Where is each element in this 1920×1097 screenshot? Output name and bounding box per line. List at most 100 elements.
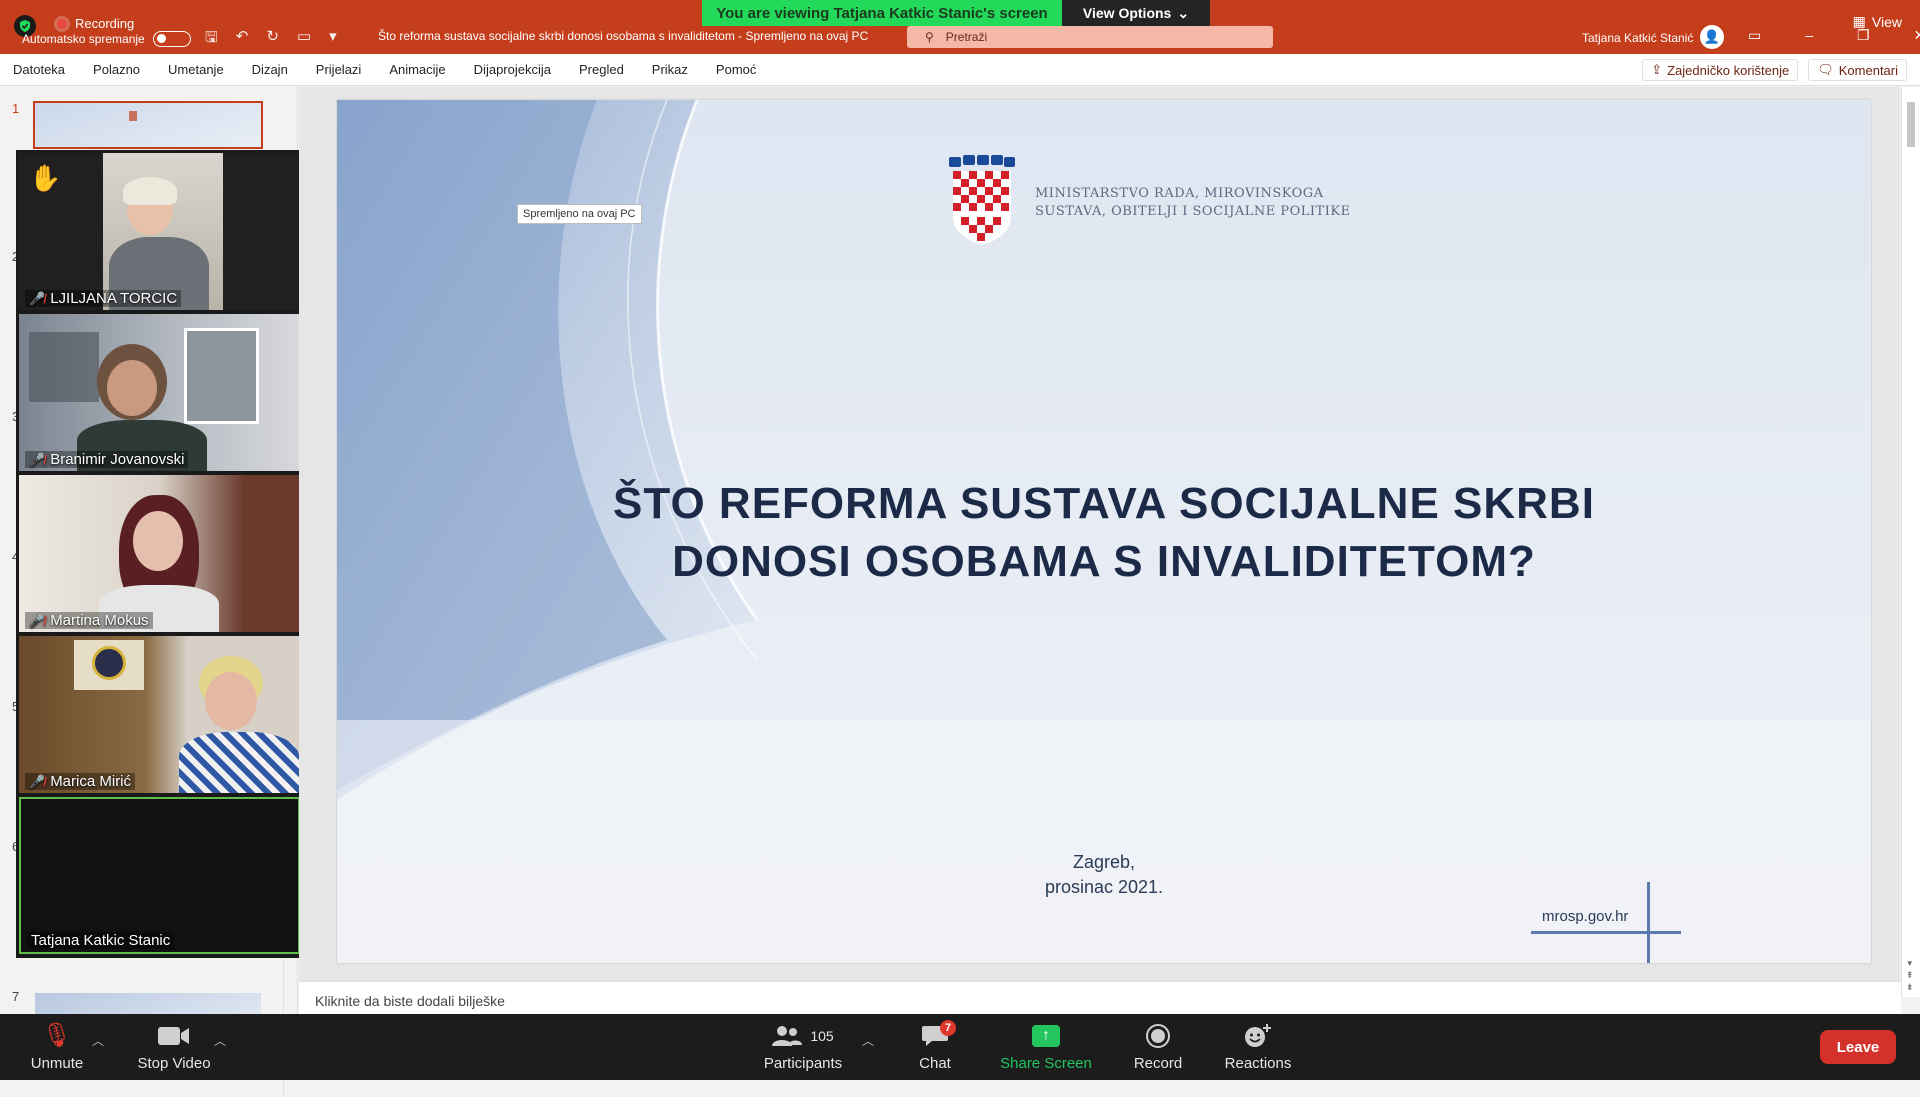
unmute-button[interactable]: 🎙 Unmute	[26, 1014, 88, 1080]
current-slide[interactable]: MINISTARSTVO RADA, MIROVINSKOGA SUSTAVA,…	[337, 100, 1871, 963]
slide-subtitle[interactable]: Zagreb, prosinac 2021.	[937, 850, 1271, 900]
tab-review[interactable]: Pregled	[579, 62, 624, 77]
slide-scrollbar[interactable]: ▾ ⇞ ⇟	[1901, 87, 1920, 997]
record-button[interactable]: Record	[1130, 1014, 1186, 1080]
ribbon-menu-bar: Datoteka Polazno Umetanje Dizajn Prijela…	[0, 54, 1920, 86]
scroll-down-icon[interactable]: ▾	[1906, 957, 1914, 969]
search-input[interactable]: ⚲ Pretraži	[907, 26, 1273, 48]
zoom-meeting-toolbar: 🎙 Unmute ︿ Stop Video ︿ 105 Participants…	[0, 1014, 1920, 1080]
grid-view-icon: ▦	[1852, 13, 1866, 29]
tab-file[interactable]: Datoteka	[13, 62, 65, 77]
comment-icon: 🗨	[1817, 62, 1834, 77]
customize-qat-icon[interactable]: ▾	[329, 27, 337, 52]
chat-label: Chat	[919, 1054, 951, 1072]
account-name[interactable]: Tatjana Katkić Stanić	[1582, 31, 1693, 45]
tab-slideshow[interactable]: Dijaprojekcija	[474, 62, 551, 77]
participant-name-label: Tatjana Katkic Stanic	[27, 932, 175, 949]
video-tile-active-speaker[interactable]: Tatjana Katkic Stanic	[19, 797, 300, 954]
participant-name-label: 🎤̸ Martina Mokus	[25, 612, 153, 629]
zoom-view-button[interactable]: ▦ View	[1853, 13, 1902, 30]
viewing-screen-banner: You are viewing Tatjana Katkic Stanic's …	[702, 0, 1062, 26]
video-tile[interactable]: 🎤̸ Branimir Jovanovski	[19, 314, 300, 471]
participants-options-chevron-icon[interactable]: ︿	[862, 1032, 874, 1049]
muted-mic-icon: 🎤̸	[29, 451, 46, 467]
zoom-video-gallery: ✋ 🎤̸ LJILJANA TORCIC 🎤̸ Branimir Jovanov…	[16, 150, 303, 958]
undo-icon[interactable]: ↶	[236, 27, 249, 52]
close-icon[interactable]: ✕	[1914, 27, 1920, 44]
share-screen-label: Share Screen	[1000, 1054, 1092, 1072]
slide-editing-area: MINISTARSTVO RADA, MIROVINSKOGA SUSTAVA,…	[299, 87, 1900, 981]
search-placeholder: Pretraži	[945, 30, 988, 44]
participant-name: Martina Mokus	[50, 612, 149, 629]
ministry-line-1: MINISTARSTVO RADA, MIROVINSKOGA	[1035, 186, 1324, 201]
ministry-name: MINISTARSTVO RADA, MIROVINSKOGA SUSTAVA,…	[1035, 185, 1351, 221]
reactions-button[interactable]: Reactions	[1222, 1014, 1294, 1080]
prev-slide-icon[interactable]: ⇞	[1906, 969, 1914, 981]
present-icon[interactable]: ▭	[297, 27, 311, 52]
croatian-coat-of-arms-icon	[949, 155, 1015, 245]
view-label: View	[1871, 13, 1902, 30]
tab-design[interactable]: Dizajn	[252, 62, 288, 77]
share-screen-button[interactable]: ↑ Share Screen	[1000, 1014, 1092, 1080]
slide-thumbnail-7[interactable]	[35, 993, 261, 1015]
video-options-chevron-icon[interactable]: ︿	[214, 1032, 226, 1049]
unread-chat-badge: 7	[940, 1020, 957, 1036]
quick-access-toolbar: 🖫 ↶ ↻ ▭ ▾	[205, 27, 337, 52]
ribbon-display-icon[interactable]: ▭	[1748, 27, 1761, 44]
share-label: Zajedničko korištenje	[1667, 62, 1790, 78]
recording-dot-icon	[57, 18, 67, 29]
record-icon	[1145, 1023, 1171, 1049]
participants-count: 105	[810, 1027, 834, 1044]
wall-picture	[184, 328, 259, 424]
wall-plaque	[74, 640, 144, 690]
video-feed	[103, 153, 223, 310]
title-line-1: ŠTO REFORMA SUSTAVA SOCIJALNE SKRBI	[613, 479, 1595, 528]
comments-button[interactable]: 🗨 Komentari	[1808, 59, 1907, 81]
share-screen-icon: ↑	[1032, 1024, 1060, 1047]
autosave-label: Automatsko spremanje	[22, 32, 145, 46]
thumb-coat-icon	[129, 111, 137, 121]
reactions-label: Reactions	[1224, 1054, 1292, 1072]
participants-label: Participants	[763, 1054, 843, 1072]
wall-picture	[29, 332, 99, 402]
recording-indicator[interactable]: Recording	[57, 16, 134, 31]
ribbon-actions: ⇪ Zajedničko korištenje 🗨 Komentari	[1642, 59, 1907, 81]
participant-head	[107, 360, 157, 416]
video-tile[interactable]: 🎤̸ Martina Mokus	[19, 475, 300, 632]
stop-video-button[interactable]: Stop Video	[132, 1014, 216, 1080]
participant-name: Branimir Jovanovski	[50, 451, 185, 468]
video-tile[interactable]: 🎤̸ Marica Mirić	[19, 636, 300, 793]
view-options-button[interactable]: View Options ⌄	[1062, 0, 1210, 26]
tab-insert[interactable]: Umetanje	[168, 62, 224, 77]
document-title[interactable]: Što reforma sustava socijalne skrbi dono…	[378, 29, 868, 43]
redo-icon[interactable]: ↻	[266, 27, 279, 52]
scrollbar-thumb[interactable]	[1907, 102, 1915, 147]
emblem-icon	[92, 646, 126, 680]
tab-transitions[interactable]: Prijelazi	[316, 62, 362, 77]
video-tile[interactable]: ✋ 🎤̸ LJILJANA TORCIC	[19, 153, 300, 310]
slide-thumbnail-1[interactable]	[33, 101, 263, 149]
tab-view[interactable]: Prikaz	[652, 62, 688, 77]
leave-button[interactable]: Leave	[1820, 1030, 1896, 1064]
record-label: Record	[1133, 1054, 1183, 1072]
participant-name-label: 🎤̸ Branimir Jovanovski	[25, 451, 189, 468]
comments-label: Komentari	[1838, 62, 1898, 78]
search-icon: ⚲	[925, 30, 934, 44]
avatar[interactable]: 👤	[1700, 25, 1724, 49]
next-slide-icon[interactable]: ⇟	[1906, 981, 1914, 993]
minimize-icon[interactable]: –	[1805, 27, 1813, 44]
audio-options-chevron-icon[interactable]: ︿	[92, 1032, 104, 1049]
autosave-toggle[interactable]	[152, 31, 191, 47]
participant-head	[133, 511, 183, 571]
tab-help[interactable]: Pomoć	[716, 62, 756, 77]
participants-button[interactable]: 105 Participants	[760, 1014, 846, 1080]
autosave-control[interactable]: Automatsko spremanje	[22, 31, 191, 47]
slide-title[interactable]: ŠTO REFORMA SUSTAVA SOCIJALNE SKRBI DONO…	[537, 475, 1671, 591]
share-button[interactable]: ⇪ Zajedničko korištenje	[1642, 59, 1799, 81]
tab-animations[interactable]: Animacije	[389, 62, 445, 77]
speaker-notes-input[interactable]: Kliknite da biste dodali bilješke	[299, 981, 1901, 1014]
recording-label: Recording	[75, 16, 135, 31]
save-icon[interactable]: 🖫	[205, 27, 218, 52]
raised-hand-icon: ✋	[29, 163, 62, 193]
tab-home[interactable]: Polazno	[93, 62, 140, 77]
